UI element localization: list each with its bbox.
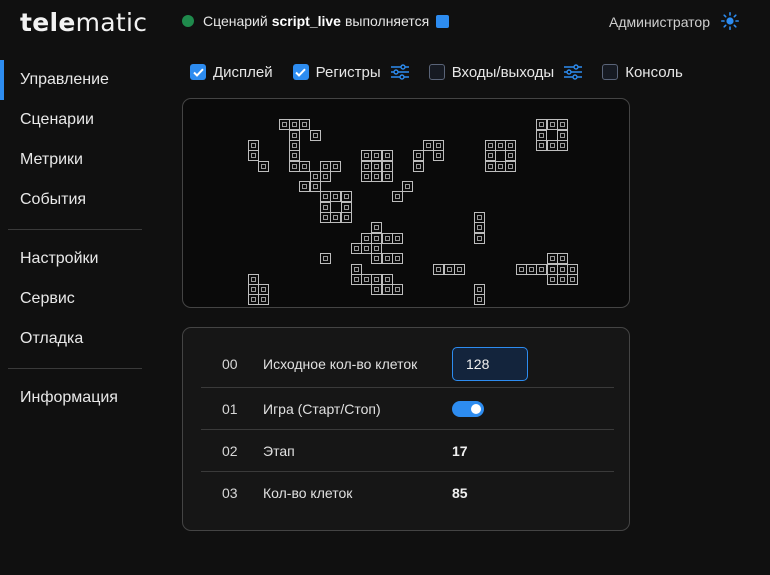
checkbox-unchecked-icon[interactable] <box>602 64 619 80</box>
live-cell <box>402 181 414 193</box>
register-row: 03 Кол-во клеток 85 <box>201 472 614 514</box>
live-cell <box>433 150 445 162</box>
register-value: 85 <box>452 485 468 501</box>
toolbar-checkbox[interactable]: Входы/выходы <box>428 63 583 81</box>
live-cell <box>381 170 393 182</box>
game-toggle[interactable] <box>452 400 484 417</box>
live-cell <box>392 253 403 265</box>
register-row: 01 Игра (Старт/Стоп) <box>201 388 614 430</box>
header: telematic Сценарий script_live выполняет… <box>0 0 770 44</box>
status-dot-icon <box>182 15 194 27</box>
toolbar-checkbox[interactable]: Дисплей <box>190 64 273 81</box>
status-script-name: script_live <box>271 13 341 29</box>
registers-panel: 00 Исходное кол-во клеток 01 Игра (Старт/Ст… <box>182 327 630 531</box>
toolbar-checkbox[interactable]: Консоль <box>602 64 683 81</box>
display-panel <box>182 98 630 308</box>
live-cell <box>556 273 568 285</box>
live-cell <box>258 294 270 306</box>
checkbox-checked-icon[interactable] <box>292 64 309 80</box>
register-index: 02 <box>222 442 238 459</box>
sun-icon[interactable] <box>721 12 739 30</box>
checkbox-label: Консоль <box>625 63 683 81</box>
register-name: Игра (Старт/Стоп) <box>263 400 381 417</box>
checkbox-label: Регистры <box>315 63 381 81</box>
register-name: Кол-во клеток <box>263 485 353 501</box>
logo[interactable]: telematic <box>20 8 147 37</box>
register-row: 02 Этап 17 <box>201 430 614 472</box>
checkbox-label: Дисплей <box>213 63 273 81</box>
register-index: 01 <box>222 400 238 417</box>
sliders-icon[interactable] <box>564 64 583 80</box>
sidebar-divider <box>8 229 142 230</box>
sidebar-item[interactable]: Управление <box>0 60 150 100</box>
register-row: 00 Исходное кол-во клеток <box>201 340 614 388</box>
register-index: 03 <box>222 485 238 501</box>
live-cell <box>392 232 403 244</box>
sidebar-item[interactable]: Метрики <box>0 140 150 180</box>
user-menu[interactable]: Администратор <box>609 14 710 30</box>
sidebar-item[interactable]: Информация <box>0 378 150 418</box>
sidebar-item[interactable]: События <box>0 180 150 220</box>
register-index: 00 <box>222 355 238 372</box>
live-cell <box>567 273 579 285</box>
sidebar-item[interactable]: Сценарии <box>0 100 150 140</box>
live-cell <box>453 263 465 275</box>
sidebar-item[interactable]: Настройки <box>0 239 150 279</box>
live-cell <box>474 294 486 306</box>
live-cell <box>505 160 517 172</box>
register-name: Этап <box>263 442 295 459</box>
live-cell <box>319 253 331 265</box>
sliders-icon[interactable] <box>390 64 409 80</box>
status-suffix: выполняется <box>344 13 430 29</box>
sidebar: Управление Сценарии Метрики События Настройк… <box>0 60 150 418</box>
live-cell <box>556 139 568 151</box>
sidebar-item[interactable]: Сервис <box>0 279 150 319</box>
live-cell <box>309 129 321 141</box>
live-cell <box>474 232 486 244</box>
live-cell <box>330 160 342 172</box>
live-cell <box>392 191 403 203</box>
script-status: Сценарий script_live выполняется <box>182 13 450 29</box>
live-cell <box>392 284 403 296</box>
live-cell <box>340 212 352 223</box>
toggle-knob <box>471 403 481 414</box>
checkbox-label: Входы/выходы <box>451 63 555 81</box>
live-cell <box>319 170 331 182</box>
status-stop-icon[interactable] <box>436 14 450 28</box>
register-value: 17 <box>452 442 468 459</box>
live-cell <box>412 160 424 172</box>
checkbox-unchecked-icon[interactable] <box>428 64 445 80</box>
status-prefix: Сценарий <box>203 13 268 29</box>
view-toolbar: Дисплей Регистры Входы/выходы Консоль <box>190 60 703 84</box>
live-cell <box>258 160 270 172</box>
register-name: Исходное кол-во клеток <box>263 355 418 372</box>
sidebar-item[interactable]: Отладка <box>0 319 150 359</box>
checkbox-checked-icon[interactable] <box>190 64 206 80</box>
toolbar-checkbox[interactable]: Регистры <box>292 63 409 81</box>
sidebar-divider <box>8 368 142 369</box>
initial-cells-input[interactable] <box>452 346 528 381</box>
